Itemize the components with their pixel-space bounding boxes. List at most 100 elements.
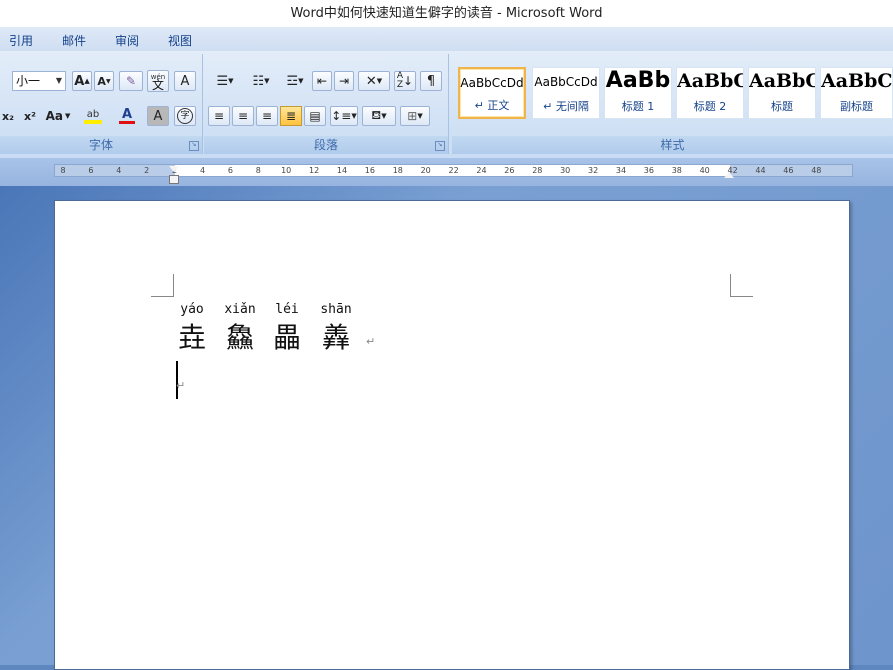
distribute-icon: ▤ [309, 109, 321, 123]
multilevel-list-button[interactable]: ☲ ▼ [280, 71, 310, 91]
paragraph-group: ☰ ▼ ☷ ▼ ☲ ▼ ⇤ ⇥ ✕ ▼ A Z ↓ ¶ ≡ ≡ ≡ ≣ ▤ ↕≡ ▼ ⛾ ▼ ⊞… [204, 54, 449, 154]
chevron-down-icon: ▼ [55, 76, 62, 85]
style-no-spacing[interactable]: AaBbCcDd ↵ 无间隔 [532, 67, 600, 119]
bullets-button[interactable]: ☰ ▼ [208, 71, 242, 91]
tab-view[interactable]: 视图 [168, 32, 192, 49]
subscript-button[interactable]: x₂ [0, 106, 16, 126]
asian-layout-button[interactable]: ✕ ▼ [358, 71, 390, 91]
ruler-tick-label: 44 [755, 166, 766, 175]
pilcrow-icon: ¶ [426, 73, 436, 89]
ruler-tick-label: 10 [281, 166, 292, 175]
style-subtitle[interactable]: AaBbC 副标题 [820, 67, 893, 119]
numbering-button[interactable]: ☷ ▼ [244, 71, 278, 91]
style-heading-2[interactable]: AaBbC 标题 2 [676, 67, 744, 119]
styles-group-title: 样式 [452, 136, 893, 154]
ruler-tick-label: 14 [336, 166, 348, 175]
ruler-tick-label: 6 [88, 166, 94, 175]
align-left-icon: ≡ [213, 109, 225, 123]
styles-group: AaBbCcDd ↵ 正文 AaBbCcDd ↵ 无间隔 AaBb 标题 1 A… [452, 54, 893, 154]
shrink-font-button[interactable]: A ▼ [94, 71, 114, 91]
first-line-indent-marker[interactable] [169, 166, 179, 172]
horizontal-ruler[interactable]: 8 6 4 2 2 4 6 8 10 12 14 16 18 20 22 24 26 28 30 32 34 36 38 40… [0, 158, 893, 186]
font-size-select[interactable]: 小一 ▼ [12, 71, 66, 91]
ruler-tick-label: 38 [671, 166, 682, 175]
ruler-tick-label: 28 [532, 166, 543, 175]
window-title: Word中如何快速知道生僻字的读音 - Microsoft Word [0, 0, 893, 27]
baidu-jingyan-watermark: Baidu 经验 jingyan.baidu.com [682, 570, 882, 660]
borders-icon: ⊞ [407, 109, 418, 123]
show-marks-button[interactable]: ¶ [420, 71, 442, 91]
ruler-tick-label: 46 [783, 166, 794, 175]
paragraph-dialog-launcher-icon[interactable]: ↘ [435, 141, 445, 151]
align-right-button[interactable]: ≡ [256, 106, 278, 126]
ruler-tick-label: 36 [643, 166, 654, 175]
ruby-xian: xiǎn 鱻 [224, 302, 256, 354]
clear-formatting-button[interactable]: ✎ [119, 71, 143, 91]
right-indent-marker[interactable] [724, 172, 734, 178]
ribbon-tabs: 引用 邮件 审阅 视图 [0, 27, 893, 51]
enclosed-char-icon: 字 [177, 108, 193, 124]
ruler-tick-label: 24 [476, 166, 487, 175]
ruler-tick-label: 26 [504, 166, 515, 175]
paragraph-mark-empty: ↵ [176, 379, 186, 392]
align-left-button[interactable]: ≡ [208, 106, 230, 126]
style-heading-1[interactable]: AaBb 标题 1 [604, 67, 672, 119]
tab-mailings[interactable]: 邮件 [62, 32, 86, 49]
font-dialog-launcher-icon[interactable]: ↘ [189, 141, 199, 151]
borders-button[interactable]: ⊞ ▼ [400, 106, 430, 126]
justify-button[interactable]: ≣ [280, 106, 302, 126]
style-title[interactable]: AaBbC 标题 [748, 67, 816, 119]
ruby-yao: yáo 垚 [177, 302, 206, 354]
superscript-button[interactable]: x² [20, 106, 40, 126]
ruby-lei: léi 畾 [272, 302, 301, 354]
sort-button[interactable]: A Z ↓ [394, 71, 416, 91]
font-size-value: 小一 [16, 74, 41, 88]
style-normal[interactable]: AaBbCcDd ↵ 正文 [458, 67, 526, 119]
line-spacing-button[interactable]: ↕≡ ▼ [330, 106, 358, 126]
grow-font-button[interactable]: A ▲ [72, 71, 92, 91]
align-right-icon: ≡ [261, 109, 273, 123]
character-shading-button[interactable]: A [147, 106, 169, 126]
bullet-list-icon: ☰ [216, 73, 229, 89]
font-color-button[interactable]: A [112, 106, 142, 126]
ruler-tick-label: 30 [560, 166, 571, 175]
distributed-button[interactable]: ▤ [304, 106, 326, 126]
text-highlight-button[interactable]: ab [76, 106, 110, 126]
decrease-indent-button[interactable]: ⇤ [312, 71, 332, 91]
increase-indent-button[interactable]: ⇥ [334, 71, 354, 91]
outdent-icon: ⇤ [316, 74, 328, 88]
shading-button[interactable]: ⛾ ▼ [362, 106, 396, 126]
paint-bucket-icon: ⛾ [371, 108, 382, 122]
tab-references[interactable]: 引用 [9, 32, 33, 49]
eraser-icon: ✎ [125, 74, 137, 88]
ruler-left-margin [55, 165, 175, 176]
ruler-tick-label: 32 [588, 166, 599, 175]
ruler-tick-label: 34 [615, 166, 627, 175]
align-center-icon: ≡ [237, 109, 249, 123]
left-indent-marker[interactable] [169, 175, 179, 184]
watermark-brand: Baidu [682, 580, 782, 618]
asian-layout-icon: ✕ [365, 73, 377, 89]
ruler-tick-label: 8 [255, 166, 261, 175]
crop-mark-top-left [151, 274, 174, 297]
ruler-tick-label: 6 [227, 166, 233, 175]
watermark-cn: 经验 [782, 591, 835, 621]
change-case-button[interactable]: Aa ▼ [44, 106, 72, 126]
justify-icon: ≣ [285, 109, 297, 123]
numbered-list-icon: ☷ [252, 73, 265, 89]
paragraph-mark: ↵ [366, 335, 376, 348]
ruby-shan: shān 羴 [320, 302, 352, 354]
indent-icon: ⇥ [338, 74, 350, 88]
paragraph-group-title: 段落 [204, 136, 448, 154]
enclose-characters-button[interactable]: 字 [174, 106, 196, 126]
font-group: 小一 ▼ A ▲ A ▼ ✎ wén 文 A x₂ x² Aa ▼ ab A A 字 … [0, 54, 203, 154]
ruler-tick-label: 4 [116, 166, 122, 175]
tab-review[interactable]: 审阅 [115, 32, 139, 49]
phonetic-guide-button[interactable]: wén 文 [147, 70, 169, 92]
align-center-button[interactable]: ≡ [232, 106, 254, 126]
ruler-tick-label: 20 [420, 166, 431, 175]
ruler-tick-label: 4 [199, 166, 206, 175]
character-border-button[interactable]: A [174, 71, 196, 91]
ruler-tick-label: 12 [309, 166, 320, 175]
ruler-tick-label: 40 [699, 166, 710, 175]
